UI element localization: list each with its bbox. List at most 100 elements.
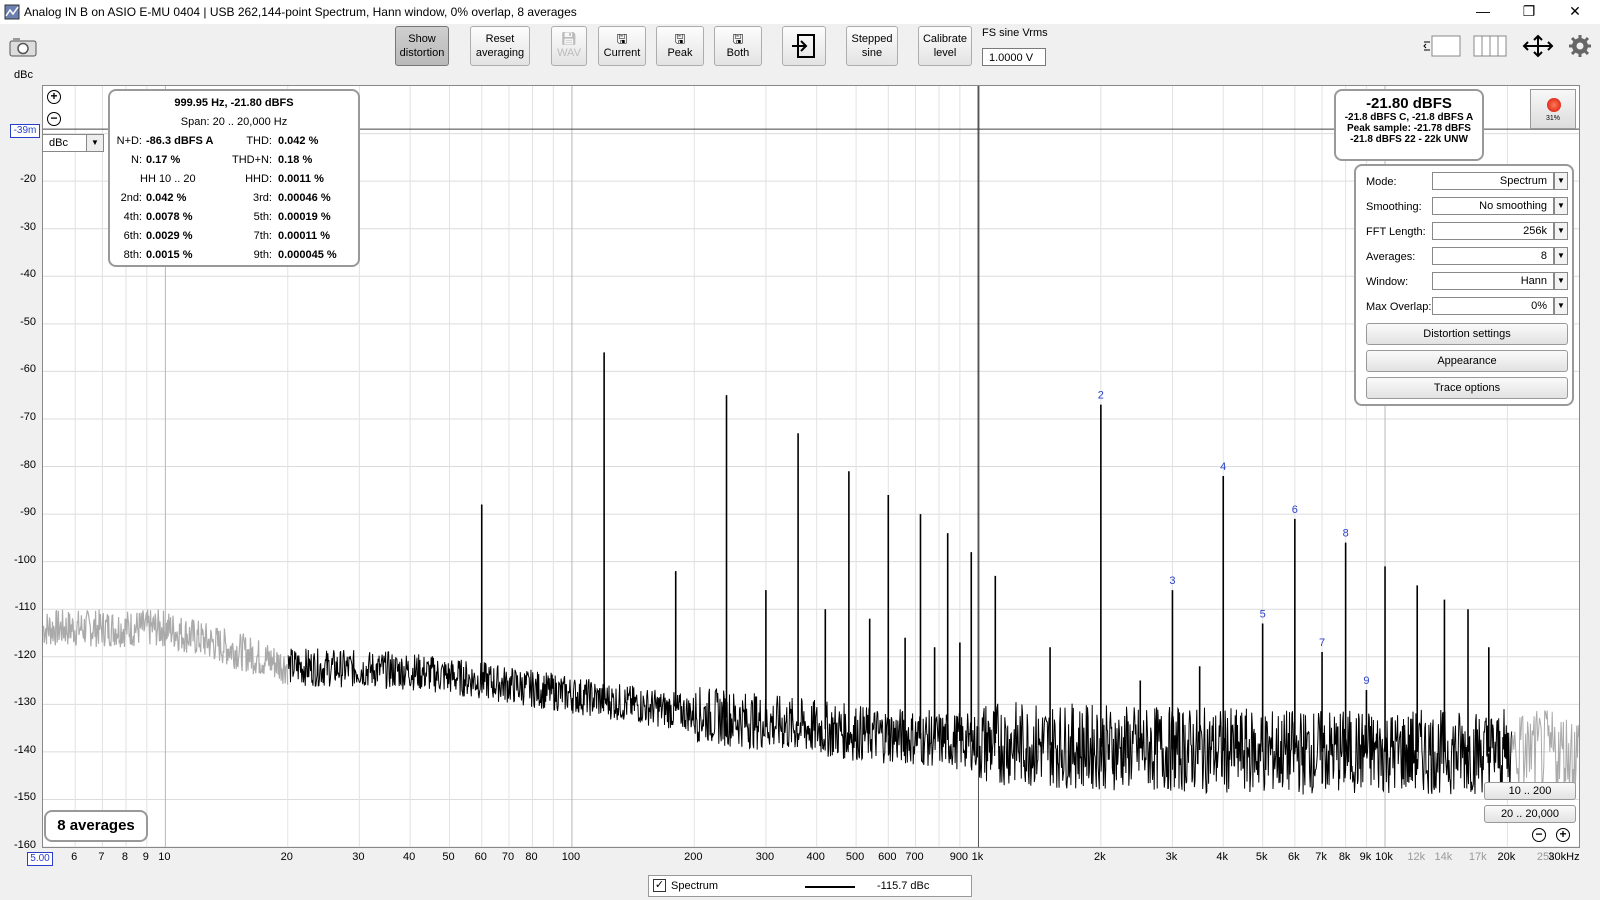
save-peak-button[interactable]: 🖫 Peak — [656, 26, 704, 66]
layout-left-icon[interactable] — [1422, 34, 1462, 61]
y-tick-label: -60 — [20, 363, 36, 376]
save-both-button[interactable]: 🖫 Both — [714, 26, 762, 66]
show-distortion-label-2: distortion — [399, 47, 445, 59]
x-tick-label: 10k — [1375, 851, 1393, 863]
distortion-value: 0.00046 % — [278, 192, 331, 204]
x-tick-label: 5k — [1255, 851, 1268, 863]
zoom-out-icon[interactable]: − — [47, 112, 61, 126]
x-tick-label: 30 — [352, 851, 365, 863]
trace-options-button[interactable]: Trace options — [1366, 377, 1568, 399]
y-tick-label: -80 — [20, 458, 36, 471]
y-tick-label: -160 — [13, 839, 36, 851]
save-current-button[interactable]: 🖫 Current — [598, 26, 646, 66]
distortion-value: 0.00011 % — [278, 230, 330, 242]
x-tick-label: 40 — [403, 851, 416, 863]
y-tick-label: -90 — [20, 506, 36, 519]
spectrum-checkbox[interactable]: ✓ — [653, 879, 666, 892]
y-tick-label: -150 — [13, 791, 36, 804]
averages-badge: 8 averages — [44, 810, 148, 842]
level-main: -21.80 dBFS — [1366, 95, 1452, 112]
layout-columns-icon[interactable] — [1472, 34, 1508, 61]
distortion-label: N: — [131, 154, 142, 166]
x-tick-label: 3k — [1165, 851, 1178, 863]
reset-averaging-button[interactable]: Reset averaging — [470, 26, 530, 66]
setting-select[interactable]: No smoothing — [1432, 197, 1554, 215]
zoom-out-icon[interactable]: − — [1532, 828, 1546, 842]
x-tick-label: 200 — [684, 851, 703, 863]
camera-icon[interactable] — [8, 36, 38, 61]
distortion-label: 5th: — [253, 211, 272, 223]
chevron-down-icon[interactable]: ▼ — [1554, 297, 1568, 315]
harmonic-label: 3 — [1169, 575, 1175, 587]
x-tick-label: 700 — [905, 851, 924, 863]
setting-select[interactable]: 0% — [1432, 297, 1554, 315]
level-line-2: Peak sample: -21.78 dBFS — [1347, 123, 1471, 134]
chevron-down-icon[interactable]: ▼ — [1554, 222, 1568, 240]
distortion-label: N+D: — [116, 135, 142, 147]
settings-panel: Mode: Spectrum ▼ Smoothing: No smoothing ▼ FFT… — [1354, 164, 1574, 406]
x-tick-label: 900 — [949, 851, 969, 863]
show-distortion-button[interactable]: Show distortion — [395, 26, 449, 66]
distortion-settings-button[interactable]: Distortion settings — [1366, 323, 1568, 345]
distortion-label: 6th: — [123, 230, 142, 242]
setting-select[interactable]: Spectrum — [1432, 172, 1554, 190]
distortion-span: Span: 20 .. 20,000 Hz — [180, 116, 288, 128]
y-tick-label: -30 — [20, 220, 36, 233]
y-tick-label: -120 — [13, 648, 36, 661]
harmonic-label: 6 — [1292, 504, 1298, 516]
distortion-value: 0.0029 % — [146, 230, 193, 242]
distortion-value: 0.00019 % — [278, 211, 331, 223]
close-button[interactable]: ✕ — [1552, 0, 1598, 24]
range-10-200-button[interactable]: 10 .. 200 — [1484, 782, 1576, 800]
fit-arrows-icon[interactable] — [1520, 34, 1556, 61]
distortion-value: 0.0015 % — [146, 249, 193, 261]
level-panel: -21.80 dBFS -21.8 dBFS C, -21.8 dBFS A P… — [1334, 89, 1484, 161]
range-20-20000-button[interactable]: 20 .. 20,000 — [1484, 805, 1576, 823]
appearance-button[interactable]: Appearance — [1366, 350, 1568, 372]
x-tick-label: 8 — [121, 851, 129, 863]
x-tick-label: 100 — [561, 851, 581, 863]
minimize-button[interactable]: — — [1460, 0, 1506, 24]
stepped-sine-button[interactable]: Stepped sine — [846, 26, 898, 66]
x-tick-label: 30kHz — [1548, 851, 1580, 863]
y-tick-label: -100 — [13, 553, 36, 566]
distortion-label: 4th: — [123, 211, 142, 223]
distortion-label: THD+N: — [231, 154, 272, 166]
restore-button[interactable]: ❐ — [1506, 0, 1552, 24]
harmonic-label: 4 — [1220, 461, 1226, 473]
chevron-down-icon[interactable]: ▼ — [1554, 272, 1568, 290]
setting-select[interactable]: Hann — [1432, 272, 1554, 290]
legend-trace-name: Spectrum — [671, 880, 719, 892]
fs-sine-input[interactable]: 1.0000 V — [982, 48, 1046, 66]
setting-row: Window: Hann ▼ — [1366, 272, 1568, 292]
distortion-label: 2nd: — [120, 192, 142, 204]
gear-icon[interactable] — [1568, 34, 1592, 61]
x-tick-label: 10 — [158, 851, 171, 863]
wav-button[interactable]: 💾︎ WAV — [551, 26, 587, 66]
reset-averaging-label-1: Reset — [485, 33, 515, 45]
chevron-down-icon[interactable]: ▼ — [1554, 197, 1568, 215]
setting-select[interactable]: 256k — [1432, 222, 1554, 240]
chevron-down-icon[interactable]: ▼ — [1554, 172, 1568, 190]
import-button[interactable] — [782, 26, 826, 66]
y-tick-label: -130 — [13, 696, 36, 709]
calibrate-level-button[interactable]: Calibrate level — [918, 26, 972, 66]
x-start-value[interactable]: 5.00 — [27, 852, 53, 866]
harmonic-label: 8 — [1343, 528, 1349, 540]
zoom-in-icon[interactable]: + — [47, 90, 61, 104]
distortion-label: 3rd: — [253, 192, 272, 204]
y-tick-label: -40 — [20, 268, 36, 281]
chevron-down-icon[interactable]: ▼ — [1554, 247, 1568, 265]
save-icon: 🖫 — [674, 31, 686, 46]
record-button[interactable]: 31% — [1530, 89, 1576, 129]
setting-select[interactable]: 8 — [1432, 247, 1554, 265]
distortion-value: 0.042 % — [278, 135, 319, 147]
stepped-sine-label-1: Stepped — [851, 33, 893, 45]
distortion-value: -86.3 dBFS A — [146, 135, 214, 147]
zoom-in-icon[interactable]: + — [1556, 828, 1570, 842]
save-icon: 💾︎ — [560, 31, 578, 46]
noise-trace — [287, 648, 1513, 795]
setting-row: Smoothing: No smoothing ▼ — [1366, 197, 1568, 217]
x-tick-label: 80 — [525, 851, 538, 863]
reference-level[interactable]: -39m — [10, 124, 40, 138]
